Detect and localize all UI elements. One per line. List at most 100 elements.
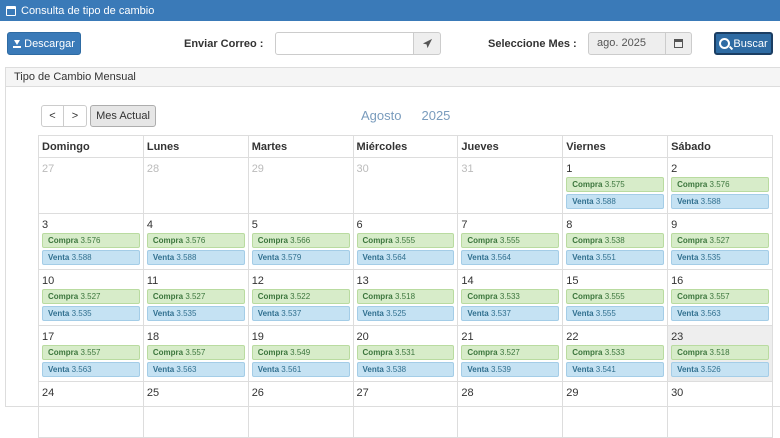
calendar-week-row: 10 Compra 3.527 Venta 3.535 11 Compra 3.527 V… [38,269,773,326]
calendar-day-cell[interactable]: 20 Compra 3.531 Venta 3.538 [352,325,459,382]
current-month-button[interactable]: Mes Actual [90,105,156,127]
next-month-button[interactable]: > [64,105,87,127]
compra-value: 3.566 [290,236,311,245]
calendar-day-cell[interactable]: 30 [667,381,773,438]
venta-value: 3.525 [386,309,407,318]
compra-value: 3.531 [395,348,416,357]
compra-value: 3.555 [395,236,416,245]
paper-plane-icon [422,38,432,49]
venta-label: Venta [362,365,384,374]
day-number: 6 [356,219,363,231]
calendar-day-cell[interactable]: 31 [457,157,564,214]
venta-value: 3.537 [281,309,302,318]
panel-title: Tipo de Cambio Mensual [6,68,780,87]
calendar-day-cell[interactable]: 13 Compra 3.518 Venta 3.525 [352,269,459,326]
venta-rate: Venta 3.588 [566,194,665,209]
venta-label: Venta [257,309,280,318]
venta-value: 3.563 [700,309,721,318]
compra-label: Compra [362,236,393,245]
calendar-day-cell[interactable]: 3 Compra 3.576 Venta 3.588 [38,213,144,270]
calendar-day-cell[interactable]: 2 Compra 3.576 Venta 3.588 [667,157,773,214]
calendar-day-cell[interactable]: 11 Compra 3.527 Venta 3.535 [142,269,249,326]
download-button[interactable]: Descargar [7,32,81,55]
day-number: 27 [42,163,55,175]
compra-value: 3.557 [185,348,206,357]
venta-rate: Venta 3.541 [566,362,665,377]
calendar-day-cell[interactable]: 27 [352,381,459,438]
prev-month-button[interactable]: < [41,105,64,127]
compra-label: Compra [362,348,393,357]
compra-rate: Compra 3.518 [356,289,455,304]
send-email-button[interactable] [413,32,441,55]
compra-value: 3.555 [604,292,625,301]
day-number: 29 [251,163,264,175]
calendar-week-row: 27 28 29 30 31 1 Compra 3.575 Venta 3.588 2 Compr… [38,157,773,214]
calendar-day-cell[interactable]: 27 [38,157,144,214]
venta-rate: Venta 3.539 [461,362,560,377]
calendar-day-cell[interactable]: 4 Compra 3.576 Venta 3.588 [142,213,249,270]
day-number: 9 [671,219,678,231]
compra-label: Compra [467,292,498,301]
month-field[interactable]: ago. 2025 [588,32,666,55]
day-number: 19 [251,331,264,343]
calendar-day-cell[interactable]: 1 Compra 3.575 Venta 3.588 [562,157,669,214]
calendar-day-cell[interactable]: 6 Compra 3.555 Venta 3.564 [352,213,459,270]
venta-label: Venta [572,365,594,374]
calendar-day-cell[interactable]: 18 Compra 3.557 Venta 3.563 [142,325,249,382]
venta-label: Venta [48,309,70,318]
day-number: 18 [146,331,160,343]
venta-label: Venta [572,253,594,262]
calendar-day-cell[interactable]: 22 Compra 3.533 Venta 3.541 [562,325,669,382]
calendar-day-cell[interactable]: 28 [457,381,564,438]
day-number: 29 [566,387,579,399]
calendar-day-cell[interactable]: 26 [247,381,354,438]
compra-value: 3.576 [185,236,206,245]
venta-value: 3.535 [176,309,197,318]
calendar-day-cell[interactable]: 10 Compra 3.527 Venta 3.535 [38,269,144,326]
calendar-day-cell[interactable]: 7 Compra 3.555 Venta 3.564 [457,213,564,270]
calendar-day-cell[interactable]: 25 [142,381,249,438]
venta-label: Venta [677,365,699,374]
calendar-day-cell[interactable]: 19 Compra 3.549 Venta 3.561 [247,325,354,382]
calendar-day-cell[interactable]: 17 Compra 3.557 Venta 3.563 [38,325,144,382]
calendar-day-cell[interactable]: 9 Compra 3.527 Venta 3.535 [667,213,773,270]
search-label: Buscar [733,37,768,50]
compra-value: 3.575 [604,180,625,189]
calendar-day-cell[interactable]: 15 Compra 3.555 Venta 3.555 [562,269,669,326]
month-picker-button[interactable] [665,32,692,55]
compra-label: Compra [677,180,708,189]
calendar-day-cell[interactable]: 23 Compra 3.518 Venta 3.526 [667,325,773,382]
weekday-header: Martes [247,135,354,158]
search-button[interactable]: Buscar [714,32,773,55]
compra-label: Compra [362,292,393,301]
calendar-week-row: 24 25 26 27 28 29 30 [38,381,773,438]
day-number: 26 [251,387,264,399]
calendar-day-cell[interactable]: 14 Compra 3.533 Venta 3.537 [457,269,564,326]
app-header: Consulta de tipo de cambio [0,0,780,21]
venta-label: Venta [677,253,699,262]
venta-value: 3.561 [281,365,302,374]
calendar-day-cell[interactable]: 29 [247,157,354,214]
day-number: 8 [566,219,573,231]
calendar-day-cell[interactable]: 30 [352,157,459,214]
calendar-day-cell[interactable]: 16 Compra 3.557 Venta 3.563 [667,269,773,326]
venta-rate: Venta 3.526 [671,362,769,377]
day-number: 7 [461,219,468,231]
venta-label: Venta [362,309,384,318]
calendar-day-cell[interactable]: 28 [142,157,249,214]
calendar-day-cell[interactable]: 5 Compra 3.566 Venta 3.579 [247,213,354,270]
calendar-day-cell[interactable]: 24 [38,381,144,438]
email-field[interactable] [275,32,414,55]
calendar-day-cell[interactable]: 8 Compra 3.538 Venta 3.551 [562,213,669,270]
calendar-day-cell[interactable]: 12 Compra 3.522 Venta 3.537 [247,269,354,326]
calendar-day-cell[interactable]: 29 [562,381,669,438]
day-number: 16 [671,275,684,287]
day-number: 28 [146,163,160,175]
calendar-day-cell[interactable]: 21 Compra 3.527 Venta 3.539 [457,325,564,382]
compra-rate: Compra 3.555 [566,289,665,304]
venta-value: 3.526 [700,365,721,374]
compra-rate: Compra 3.533 [461,289,560,304]
compra-value: 3.518 [395,292,416,301]
calendar-icon [6,5,16,16]
venta-rate: Venta 3.564 [461,250,560,265]
